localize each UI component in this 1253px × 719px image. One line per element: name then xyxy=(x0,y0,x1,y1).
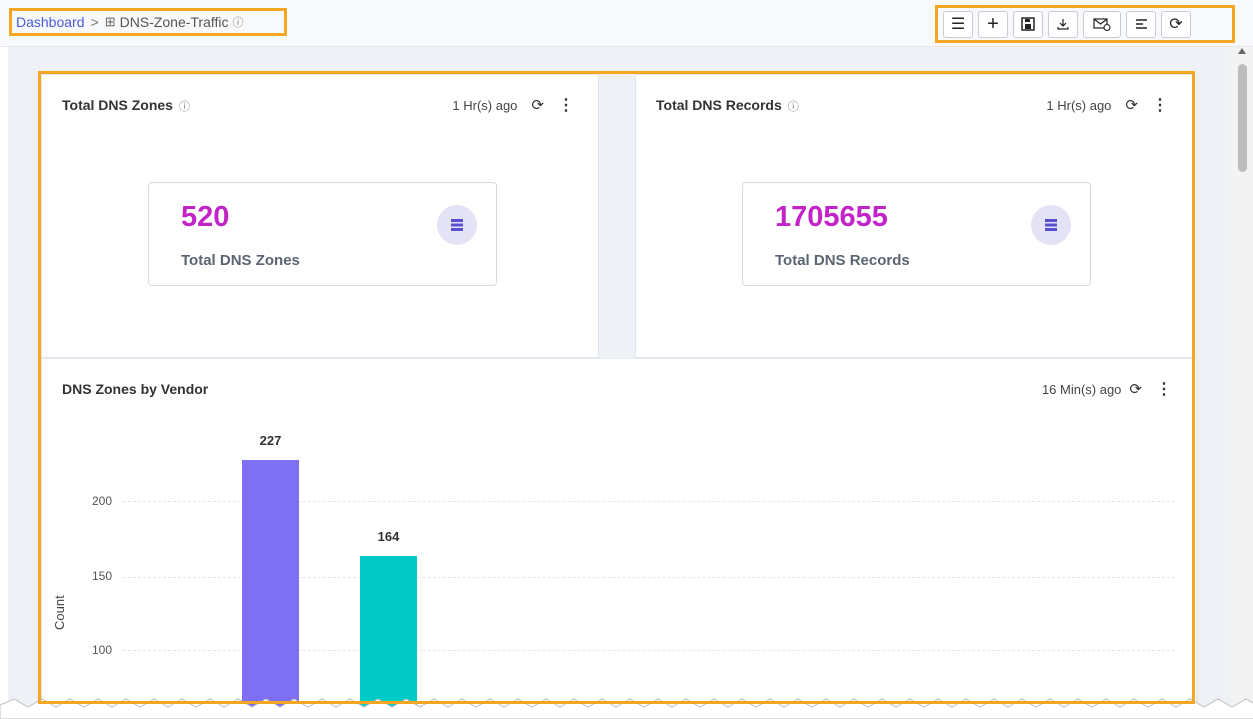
save-icon xyxy=(1021,17,1035,31)
stat-value: 1705655 xyxy=(775,201,888,233)
breadcrumb-current: DNS-Zone-Traffic xyxy=(119,14,229,30)
dns-zones-by-vendor-widget: DNS Zones by Vendor 16 Min(s) ago ⟳ ⋮ xyxy=(41,358,1197,719)
widget-meta: 16 Min(s) ago ⟳ ⋮ xyxy=(1042,379,1172,399)
scrollbar-thumb[interactable] xyxy=(1238,64,1247,172)
widget-title: Total DNS Zones ⓘ xyxy=(62,97,190,113)
refresh-icon[interactable]: ⟳ xyxy=(1129,380,1142,398)
email-schedule-icon xyxy=(1093,17,1111,31)
download-button[interactable] xyxy=(1048,10,1078,38)
refresh-button[interactable]: ⟳ xyxy=(1161,10,1191,38)
torn-edge xyxy=(0,698,1253,719)
widget-title: DNS Zones by Vendor xyxy=(62,381,209,397)
add-widget-button[interactable]: + xyxy=(978,10,1008,38)
list-button[interactable] xyxy=(1126,10,1156,38)
stat-label: Total DNS Zones xyxy=(181,252,300,269)
menu-icon: ☰ xyxy=(950,16,966,33)
stat-label: Total DNS Records xyxy=(775,252,910,269)
server-icon xyxy=(437,205,477,245)
grid-icon: ⊞ xyxy=(104,14,116,29)
info-icon[interactable]: ⓘ xyxy=(233,14,244,30)
more-options-icon[interactable]: ⋮ xyxy=(558,95,574,115)
dashboard-toolbar: ☰ + ⟳ xyxy=(935,5,1235,43)
server-icon xyxy=(1031,205,1071,245)
total-dns-records-widget: Total DNS Records ⓘ 1 Hr(s) ago ⟳ ⋮ 17056… xyxy=(635,74,1193,358)
total-dns-zones-widget: Total DNS Zones ⓘ 1 Hr(s) ago ⟳ ⋮ 520 Tot… xyxy=(41,74,599,358)
scroll-up-arrow[interactable] xyxy=(1238,48,1246,54)
y-axis-title: Count xyxy=(52,595,67,630)
save-button[interactable] xyxy=(1013,10,1043,38)
widget-meta: 1 Hr(s) ago ⟳ ⋮ xyxy=(1046,95,1168,115)
menu-button[interactable]: ☰ xyxy=(943,10,973,38)
refresh-icon[interactable]: ⟳ xyxy=(531,96,544,114)
bar-2[interactable] xyxy=(360,555,417,719)
download-icon xyxy=(1057,19,1069,30)
info-icon[interactable]: ⓘ xyxy=(179,101,190,113)
email-schedule-button[interactable] xyxy=(1083,10,1121,38)
last-updated: 1 Hr(s) ago xyxy=(1046,97,1112,113)
info-icon[interactable]: ⓘ xyxy=(788,101,799,113)
list-icon xyxy=(1135,19,1147,29)
refresh-icon: ⟳ xyxy=(1169,16,1183,33)
bar-value-label: 164 xyxy=(377,528,400,544)
add-icon: + xyxy=(987,12,999,35)
widget-title: Total DNS Records ⓘ xyxy=(656,97,799,113)
refresh-icon[interactable]: ⟳ xyxy=(1125,96,1138,114)
stat-tile: 520 Total DNS Zones xyxy=(148,182,497,286)
y-tick-label: 100 xyxy=(92,643,113,657)
more-options-icon[interactable]: ⋮ xyxy=(1152,95,1168,115)
stat-value: 520 xyxy=(181,201,230,233)
last-updated: 16 Min(s) ago xyxy=(1041,381,1122,397)
stat-tile: 1705655 Total DNS Records xyxy=(742,182,1091,286)
bar-1[interactable] xyxy=(242,459,299,719)
y-tick-label: 200 xyxy=(92,494,113,508)
breadcrumb-separator: > xyxy=(90,14,99,30)
bar-value-label: 227 xyxy=(259,432,282,448)
breadcrumb: Dashboard > ⊞ DNS-Zone-Traffic ⓘ xyxy=(9,8,287,36)
y-tick-label: 150 xyxy=(92,569,113,583)
breadcrumb-dashboard-link[interactable]: Dashboard xyxy=(16,14,85,30)
more-options-icon[interactable]: ⋮ xyxy=(1156,379,1172,399)
widget-meta: 1 Hr(s) ago ⟳ ⋮ xyxy=(452,95,574,115)
last-updated: 1 Hr(s) ago xyxy=(452,97,518,113)
